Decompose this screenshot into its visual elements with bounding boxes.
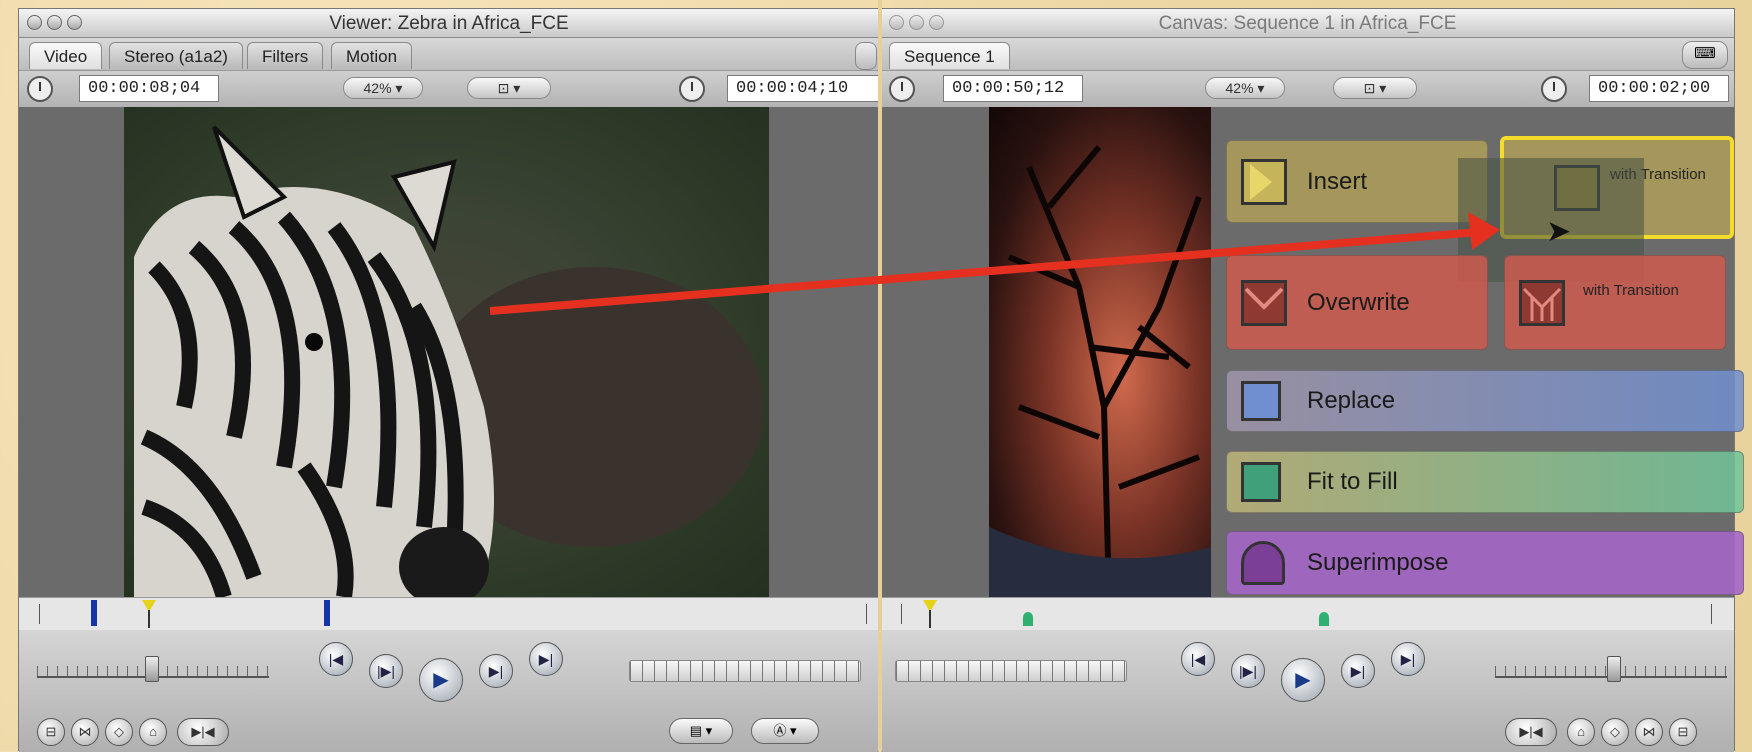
drag-arrow bbox=[489, 212, 1500, 315]
